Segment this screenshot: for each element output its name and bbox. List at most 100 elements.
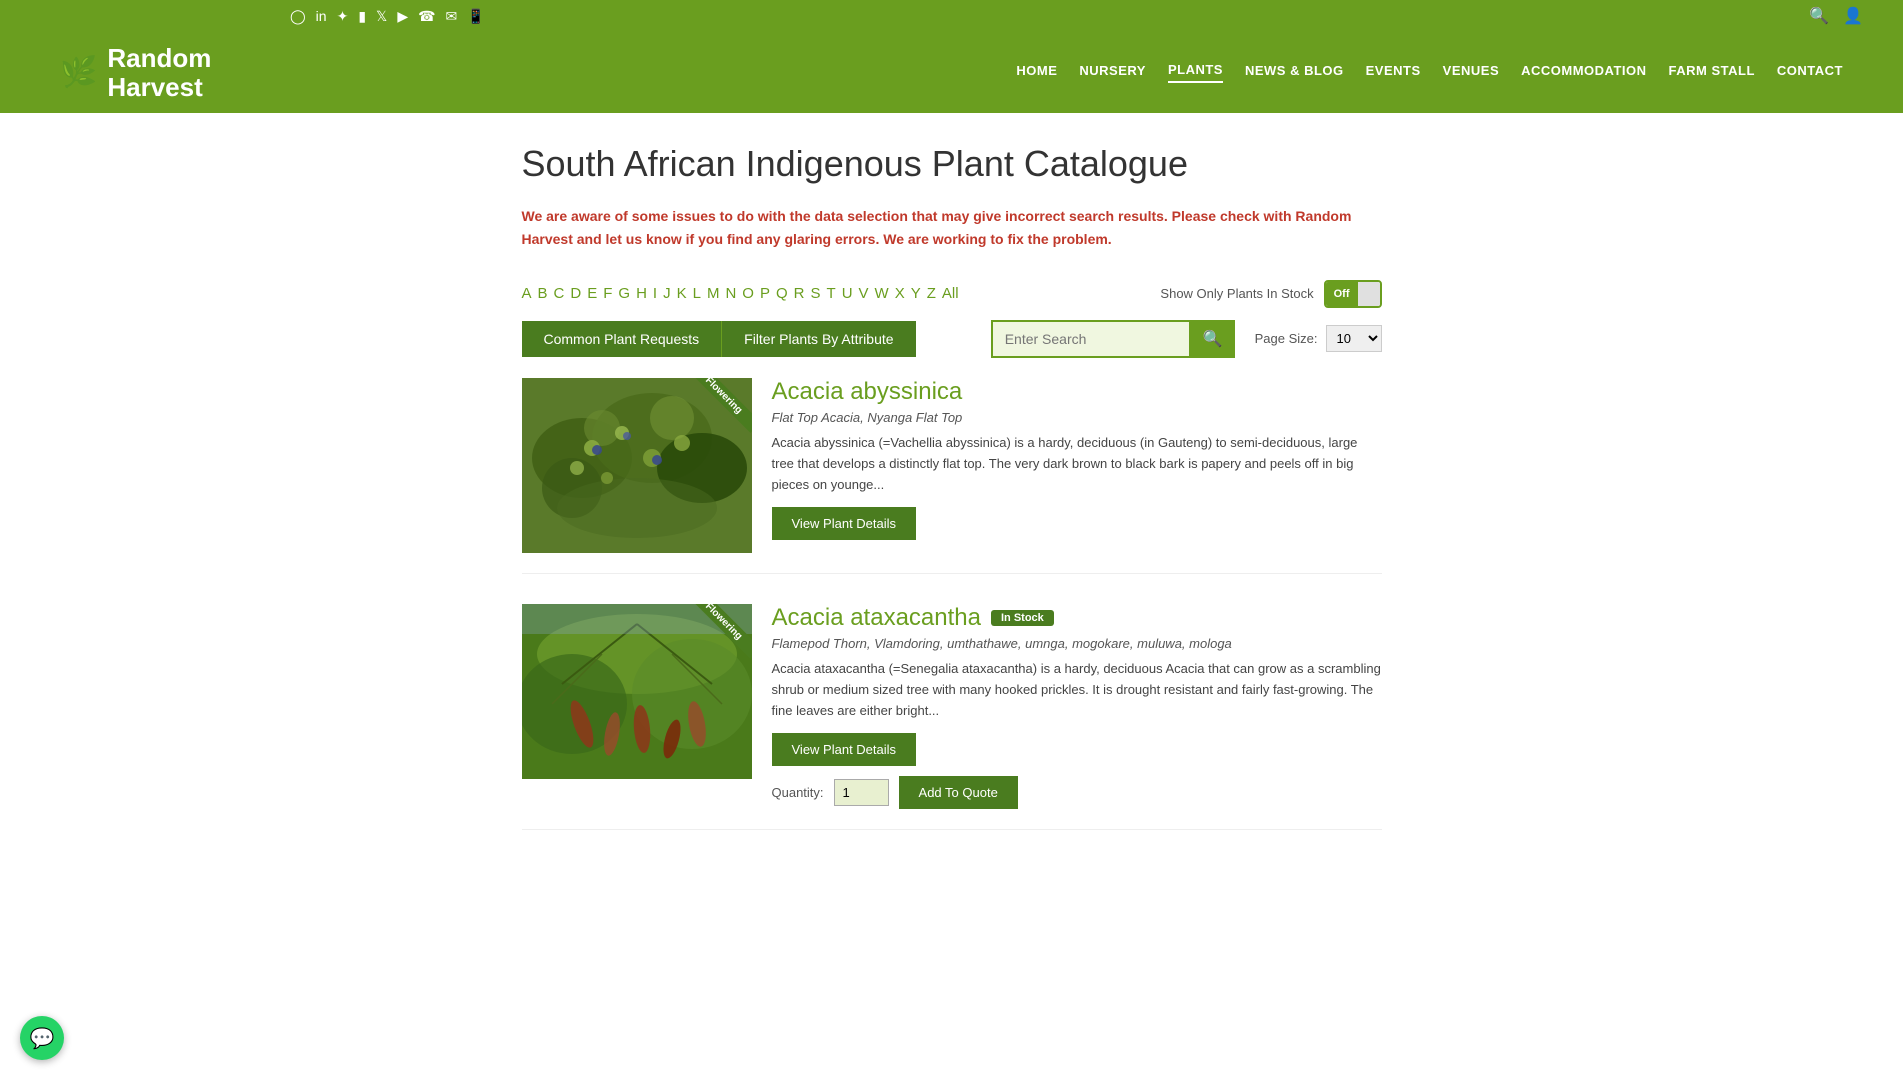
- linkedin-icon[interactable]: in: [316, 8, 327, 24]
- alpha-g[interactable]: G: [618, 285, 630, 302]
- alpha-b[interactable]: B: [538, 285, 548, 302]
- stock-toggle[interactable]: Off: [1324, 280, 1382, 308]
- nav-home[interactable]: HOME: [1016, 63, 1057, 82]
- alpha-j[interactable]: J: [663, 285, 671, 302]
- page-size-area: Page Size: 10 25 50 100: [1255, 325, 1382, 352]
- plant-title-1: Acacia abyssinica: [772, 378, 1382, 406]
- stock-toggle-area: Show Only Plants In Stock Off: [1160, 280, 1381, 308]
- alpha-k[interactable]: K: [677, 285, 687, 302]
- nav-farm-stall[interactable]: FARM STALL: [1669, 63, 1755, 82]
- plant-subtitle-2: Flamepod Thorn, Vlamdoring, umthathawe, …: [772, 636, 1382, 651]
- quantity-input[interactable]: [834, 779, 889, 806]
- view-plant-1-button[interactable]: View Plant Details: [772, 507, 917, 540]
- search-area: 🔍 Page Size: 10 25 50 100: [991, 320, 1382, 358]
- nav-contact[interactable]: CONTACT: [1777, 63, 1843, 82]
- alpha-f[interactable]: F: [603, 285, 612, 302]
- plant-info-2: Acacia ataxacantha In Stock Flamepod Tho…: [772, 604, 1382, 809]
- search-button[interactable]: 🔍: [1191, 320, 1235, 358]
- plant-card: Flowering Acacia abyssinica Flat Top Aca…: [522, 378, 1382, 574]
- main-nav: HOME NURSERY PLANTS NEWS & BLOG EVENTS V…: [1016, 62, 1843, 83]
- add-to-quote-button[interactable]: Add To Quote: [899, 776, 1018, 809]
- alpha-p[interactable]: P: [760, 285, 770, 302]
- youtube-icon[interactable]: ▶: [397, 8, 408, 25]
- warning-message: We are aware of some issues to do with t…: [522, 205, 1382, 250]
- plant-card-2: Flowering Acacia ataxacantha In Stock Fl…: [522, 604, 1382, 830]
- search-input[interactable]: [991, 320, 1191, 358]
- twitter-icon[interactable]: 𝕏: [376, 8, 387, 25]
- alpha-section: A B C D E F G H I J K L M N O P Q R S T …: [522, 280, 1382, 308]
- chat-icon: 💬: [30, 1026, 55, 1051]
- alpha-z[interactable]: Z: [927, 285, 936, 302]
- alpha-q[interactable]: Q: [776, 285, 788, 302]
- rss-icon[interactable]: ▮: [358, 8, 366, 25]
- logo[interactable]: 🌿 Random Harvest: [60, 44, 211, 101]
- whatsapp-icon[interactable]: 📱: [467, 8, 484, 25]
- stock-label: Show Only Plants In Stock: [1160, 286, 1313, 301]
- site-header:  ◯ in ✦ ▮ 𝕏 ▶ ☎ ✉ 📱 🔍 👤 🌿 Random Harves…: [0, 0, 1903, 113]
- nav-venues[interactable]: VENUES: [1443, 63, 1499, 82]
- alpha-a[interactable]: A: [522, 285, 532, 302]
- page-size-label: Page Size:: [1255, 331, 1318, 346]
- nav-events[interactable]: EVENTS: [1366, 63, 1421, 82]
- nav-plants[interactable]: PLANTS: [1168, 62, 1223, 83]
- phone-icon[interactable]: ☎: [418, 8, 435, 25]
- alpha-r[interactable]: R: [794, 285, 805, 302]
- logo-text: Random Harvest: [107, 44, 211, 101]
- plant-image-wrap-2: Flowering: [522, 604, 752, 779]
- common-requests-button[interactable]: Common Plant Requests: [522, 321, 722, 357]
- chat-button[interactable]: 💬: [20, 1016, 64, 1060]
- alpha-o[interactable]: O: [742, 285, 754, 302]
- social-bar:  ◯ in ✦ ▮ 𝕏 ▶ ☎ ✉ 📱 🔍 👤: [0, 0, 1903, 32]
- logo-icon: 🌿: [60, 55, 97, 90]
- alphabet-filter: A B C D E F G H I J K L M N O P Q R S T …: [522, 285, 959, 302]
- alpha-h[interactable]: H: [636, 285, 647, 302]
- social-icons:  ◯ in ✦ ▮ 𝕏 ▶ ☎ ✉ 📱: [280, 8, 485, 25]
- search-icon[interactable]: 🔍: [1809, 6, 1829, 26]
- alpha-l[interactable]: L: [693, 285, 701, 302]
- page-size-select[interactable]: 10 25 50 100: [1326, 325, 1382, 352]
- view-plant-2-button[interactable]: View Plant Details: [772, 733, 917, 766]
- alpha-n[interactable]: N: [725, 285, 736, 302]
- search-input-wrap: 🔍: [991, 320, 1235, 358]
- quantity-row: Quantity: Add To Quote: [772, 776, 1382, 809]
- alpha-v[interactable]: V: [859, 285, 869, 302]
- alpha-d[interactable]: D: [570, 285, 581, 302]
- plant-info-1: Acacia abyssinica Flat Top Acacia, Nyang…: [772, 378, 1382, 553]
- plant-title-2: Acacia ataxacantha In Stock: [772, 604, 1382, 632]
- alpha-u[interactable]: U: [842, 285, 853, 302]
- alpha-all[interactable]: All: [942, 285, 959, 302]
- toggle-off-label: Off: [1326, 282, 1358, 306]
- nav-bar: 🌿 Random Harvest HOME NURSERY PLANTS NEW…: [0, 32, 1903, 113]
- plant-description-1: Acacia abyssinica (=Vachellia abyssinica…: [772, 433, 1382, 495]
- alpha-y[interactable]: Y: [911, 285, 921, 302]
- pinterest-icon[interactable]: ✦: [337, 8, 349, 25]
- top-right-actions: 🔍 👤: [1809, 6, 1863, 26]
- alpha-s[interactable]: S: [811, 285, 821, 302]
- nav-news-blog[interactable]: NEWS & BLOG: [1245, 63, 1344, 82]
- plant-subtitle-1: Flat Top Acacia, Nyanga Flat Top: [772, 410, 1382, 425]
- alpha-m[interactable]: M: [707, 285, 720, 302]
- plant-image-2: [522, 604, 752, 779]
- filter-by-attribute-button[interactable]: Filter Plants By Attribute: [721, 321, 915, 357]
- main-content: South African Indigenous Plant Catalogue…: [502, 113, 1402, 890]
- filter-row: Common Plant Requests Filter Plants By A…: [522, 320, 1382, 358]
- alpha-t[interactable]: T: [827, 285, 836, 302]
- plant-image-1: [522, 378, 752, 553]
- toggle-slider[interactable]: [1358, 282, 1380, 306]
- nav-nursery[interactable]: NURSERY: [1079, 63, 1146, 82]
- filter-buttons: Common Plant Requests Filter Plants By A…: [522, 321, 916, 357]
- email-icon[interactable]: ✉: [446, 8, 458, 25]
- page-title: South African Indigenous Plant Catalogue: [522, 143, 1382, 185]
- alpha-x[interactable]: X: [895, 285, 905, 302]
- quantity-label: Quantity:: [772, 785, 824, 800]
- nav-accommodation[interactable]: ACCOMMODATION: [1521, 63, 1646, 82]
- plant-image-wrap: Flowering: [522, 378, 752, 553]
- alpha-w[interactable]: W: [875, 285, 889, 302]
- account-icon[interactable]: 👤: [1843, 6, 1863, 26]
- instagram-icon[interactable]: ◯: [290, 8, 306, 25]
- alpha-i[interactable]: I: [653, 285, 657, 302]
- in-stock-badge: In Stock: [991, 610, 1054, 626]
- alpha-e[interactable]: E: [587, 285, 597, 302]
- plant-description-2: Acacia ataxacantha (=Senegalia ataxacant…: [772, 659, 1382, 721]
- alpha-c[interactable]: C: [554, 285, 565, 302]
